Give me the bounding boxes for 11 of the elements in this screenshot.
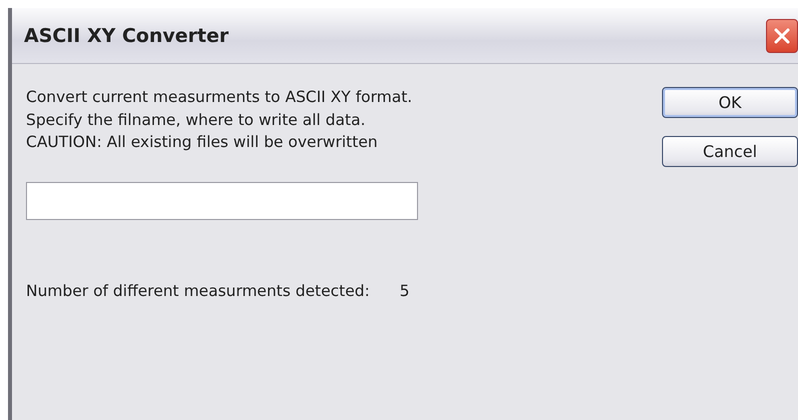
- close-icon: [773, 26, 791, 44]
- window-title: ASCII XY Converter: [24, 24, 229, 46]
- cancel-button[interactable]: Cancel: [662, 136, 798, 167]
- count-value: 5: [400, 282, 410, 300]
- message-text: CAUTION: All existing files will be overwritten: [26, 132, 379, 153]
- filename-field[interactable]: [26, 182, 418, 220]
- ok-button[interactable]: OK: [662, 87, 798, 118]
- count-label: Number of different measurments detected:: [26, 282, 370, 300]
- message-text: Specify the filname, where to write all data.: [26, 110, 366, 130]
- message-text: Convert current measurments to ASCII XY format.: [26, 87, 414, 108]
- close-button[interactable]: [766, 18, 798, 52]
